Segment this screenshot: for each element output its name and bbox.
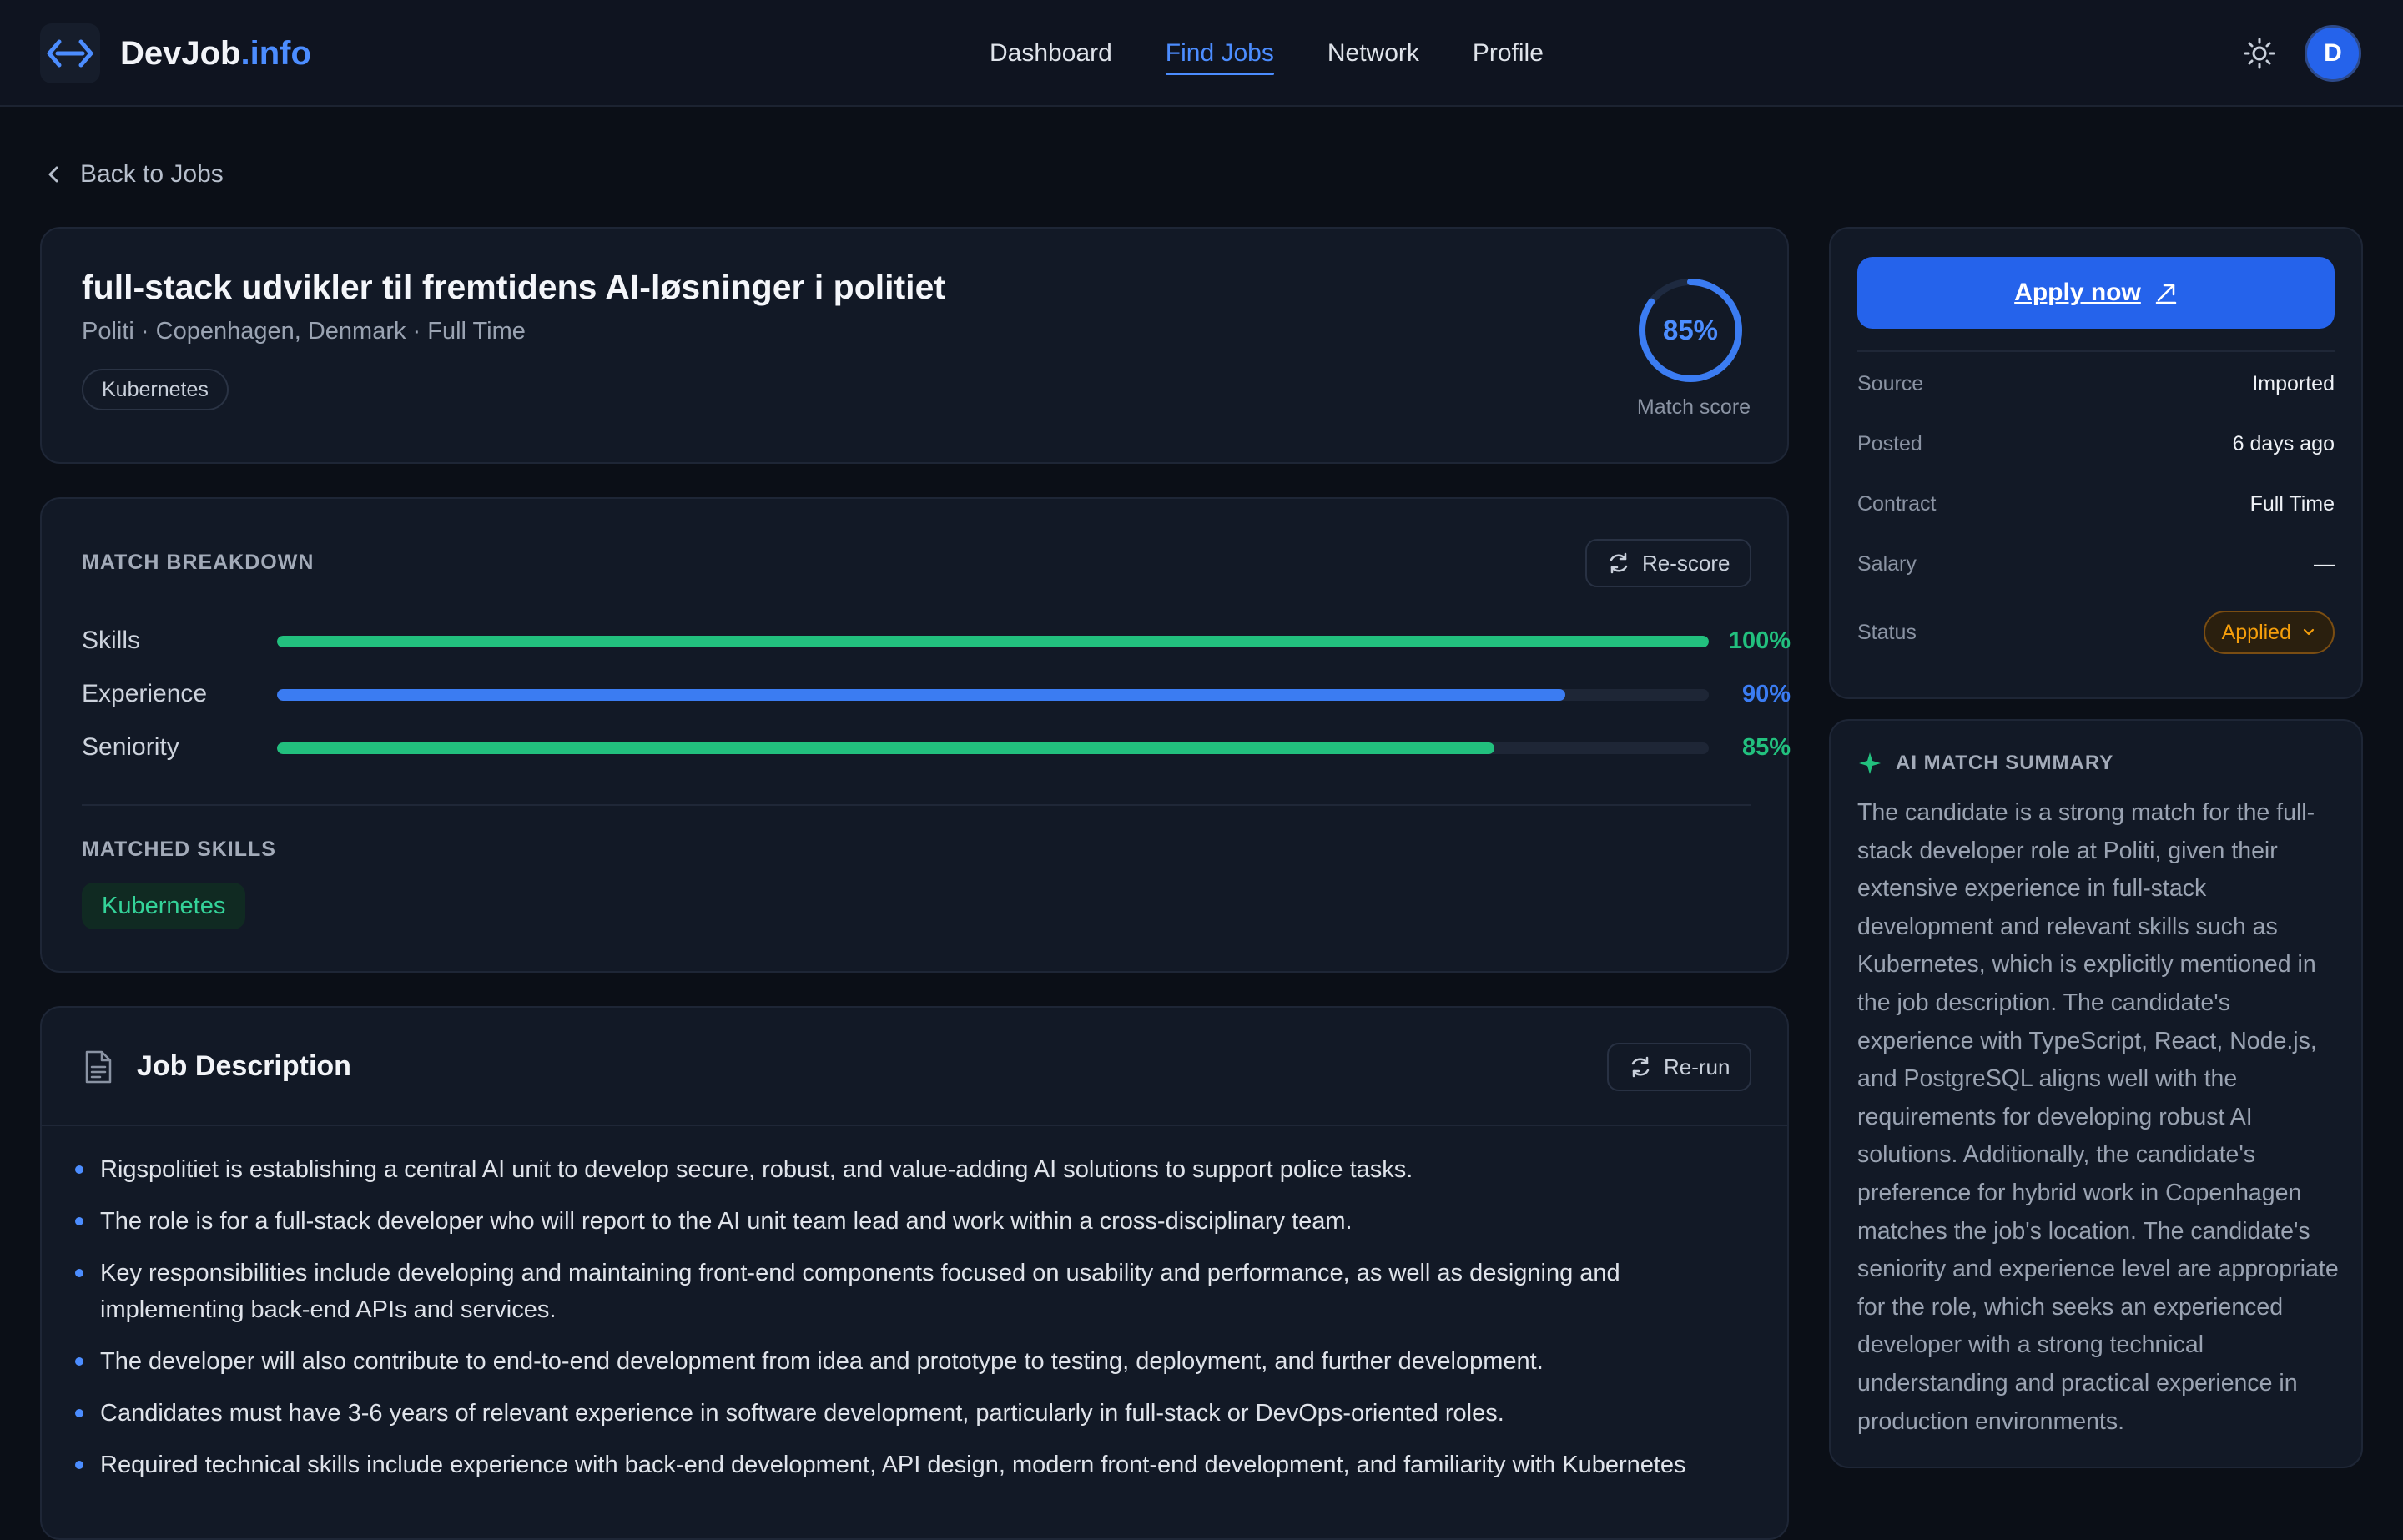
job-description-header: Job Description Re-run bbox=[42, 1008, 1787, 1126]
ai-summary-text: The candidate is a strong match for the … bbox=[1857, 799, 2339, 1435]
info-value: 6 days ago bbox=[2232, 432, 2335, 455]
nav-profile[interactable]: Profile bbox=[1473, 37, 1544, 70]
description-bullet: Key responsibilities include developing … bbox=[75, 1255, 1761, 1328]
info-value: Full Time bbox=[2249, 492, 2335, 516]
info-row-source: Source Imported bbox=[1857, 367, 2335, 400]
status-value: Applied bbox=[2221, 620, 2291, 644]
description-bullet: Rigspolitiet is establishing a central A… bbox=[75, 1151, 1761, 1188]
breakdown-track bbox=[277, 636, 1709, 647]
info-row-posted: Posted 6 days ago bbox=[1857, 427, 2335, 460]
job-title: full-stack udvikler til fremtidens AI-lø… bbox=[82, 268, 946, 306]
refresh-icon bbox=[1631, 1056, 1650, 1078]
info-row-salary: Salary — bbox=[1857, 547, 2335, 581]
breakdown-divider bbox=[82, 804, 1751, 806]
refresh-icon bbox=[1610, 552, 1628, 574]
job-header-card: full-stack udvikler til fremtidens AI-lø… bbox=[40, 227, 1789, 464]
breakdown-row-seniority: Seniority 85% bbox=[82, 731, 1792, 764]
job-description-list: Rigspolitiet is establishing a central A… bbox=[75, 1151, 1761, 1498]
rerun-label: Re-run bbox=[1664, 1054, 1730, 1080]
matched-skill-chip: Kubernetes bbox=[82, 883, 246, 929]
brand-name-main: DevJob bbox=[120, 35, 241, 72]
matched-skills-heading: MATCHED SKILLS bbox=[82, 838, 276, 861]
breakdown-track bbox=[277, 742, 1709, 754]
breakdown-fill bbox=[277, 636, 1709, 647]
brand-name-suffix: .info bbox=[240, 35, 311, 72]
top-navigation-bar: DevJob.info Dashboard Find Jobs Network … bbox=[0, 0, 2403, 107]
nav-find-jobs[interactable]: Find Jobs bbox=[1165, 37, 1274, 75]
external-link-icon bbox=[2155, 284, 2177, 304]
status-dropdown[interactable]: Applied bbox=[2203, 611, 2335, 654]
breakdown-fill bbox=[277, 689, 1566, 701]
match-score-value: 85% bbox=[1662, 315, 1719, 345]
breakdown-percent: 100% bbox=[1728, 627, 1791, 654]
breakdown-label: Skills bbox=[82, 627, 141, 654]
apply-now-button[interactable]: Apply now bbox=[1857, 257, 2335, 329]
breakdown-row-experience: Experience 90% bbox=[82, 677, 1792, 711]
job-meta: Politi · Copenhagen, Denmark · Full Time bbox=[82, 318, 526, 345]
rescore-label: Re-score bbox=[1642, 550, 1730, 576]
logo-mark[interactable] bbox=[40, 23, 100, 83]
theme-toggle-button[interactable] bbox=[2241, 35, 2278, 72]
info-key: Status bbox=[1857, 621, 1917, 644]
breakdown-percent: 85% bbox=[1741, 734, 1791, 761]
description-bullet: The role is for a full-stack developer w… bbox=[75, 1203, 1761, 1240]
info-key: Posted bbox=[1857, 432, 1922, 455]
sidebar-divider bbox=[1857, 350, 2335, 352]
description-bullet: The developer will also contribute to en… bbox=[75, 1343, 1761, 1380]
rescore-button[interactable]: Re-score bbox=[1585, 539, 1752, 587]
breakdown-track bbox=[277, 689, 1709, 701]
job-tag: Kubernetes bbox=[82, 369, 229, 410]
info-value: — bbox=[2314, 552, 2335, 576]
description-bullet: Required technical skills include experi… bbox=[75, 1447, 1761, 1483]
match-breakdown-card: MATCH BREAKDOWN Re-score Skills 100% Exp… bbox=[40, 497, 1792, 973]
sun-icon bbox=[2244, 38, 2275, 69]
sparkle-icon bbox=[1859, 752, 1881, 774]
chevron-down-icon bbox=[2303, 628, 2315, 636]
document-icon bbox=[85, 1050, 112, 1084]
back-to-jobs-link[interactable]: Back to Jobs bbox=[43, 160, 224, 189]
info-key: Salary bbox=[1857, 552, 1917, 576]
breakdown-percent: 90% bbox=[1741, 681, 1791, 707]
back-link-label: Back to Jobs bbox=[80, 160, 224, 188]
match-breakdown-heading: MATCH BREAKDOWN bbox=[82, 551, 315, 574]
info-key: Source bbox=[1857, 372, 1924, 395]
code-brackets-icon bbox=[47, 39, 93, 68]
info-row-contract: Contract Full Time bbox=[1857, 487, 2335, 521]
main-nav: Dashboard Find Jobs Network Profile bbox=[990, 37, 1544, 75]
breakdown-label: Experience bbox=[82, 680, 208, 707]
apply-now-label: Apply now bbox=[2014, 279, 2141, 306]
breakdown-fill bbox=[277, 742, 1494, 754]
ai-match-summary-card: AI MATCH SUMMARY The candidate is a stro… bbox=[1829, 719, 2363, 1468]
breakdown-label: Seniority bbox=[82, 733, 179, 761]
ai-summary-heading: AI MATCH SUMMARY bbox=[1896, 752, 2114, 774]
breakdown-row-skills: Skills 100% bbox=[82, 624, 1792, 657]
rerun-button[interactable]: Re-run bbox=[1607, 1043, 1752, 1091]
job-description-card: Job Description Re-run Rigspolitiet is e… bbox=[40, 1006, 1789, 1540]
info-value: Imported bbox=[2252, 372, 2335, 395]
job-info-card: Apply now Source Imported Posted 6 days … bbox=[1829, 227, 2363, 699]
nav-dashboard[interactable]: Dashboard bbox=[990, 37, 1112, 70]
job-description-title: Job Description bbox=[137, 1050, 351, 1082]
nav-network[interactable]: Network bbox=[1327, 37, 1419, 70]
brand-name[interactable]: DevJob.info bbox=[120, 32, 311, 75]
info-key: Contract bbox=[1857, 492, 1937, 516]
user-avatar[interactable]: D bbox=[2305, 25, 2361, 82]
chevron-left-icon bbox=[48, 166, 58, 183]
description-bullet: Candidates must have 3-6 years of releva… bbox=[75, 1395, 1761, 1432]
match-score-label: Match score bbox=[1636, 395, 1751, 419]
ai-summary-header: AI MATCH SUMMARY bbox=[1857, 751, 2113, 776]
